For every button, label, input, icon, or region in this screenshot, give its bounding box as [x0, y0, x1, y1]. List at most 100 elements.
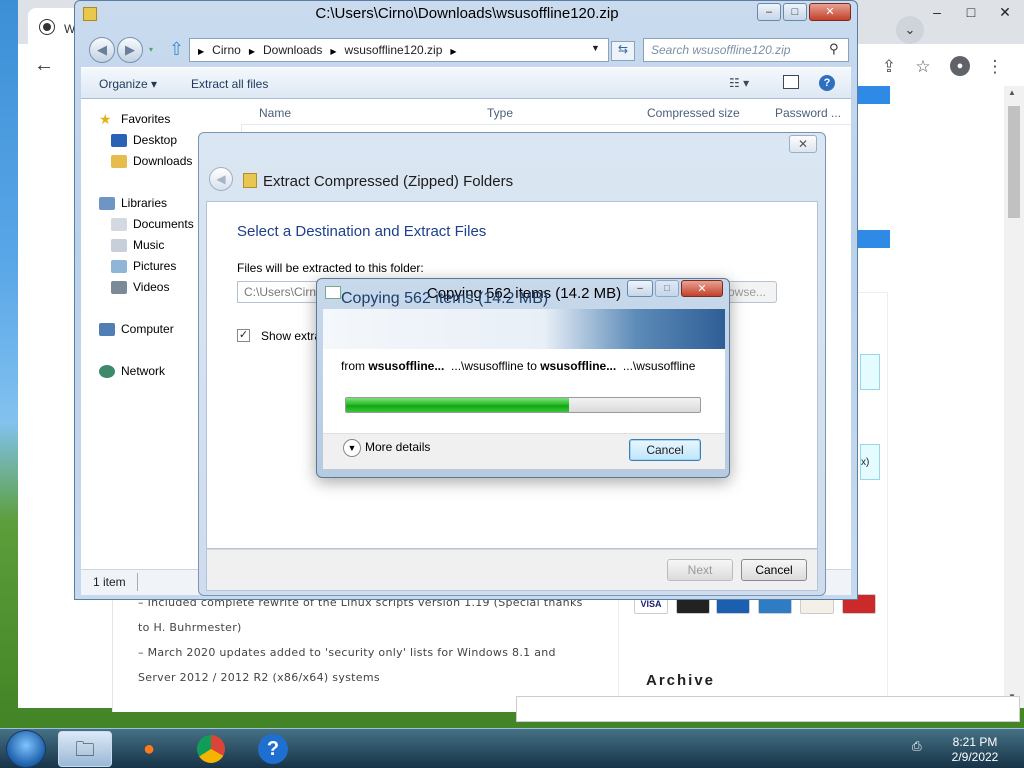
nav-pictures[interactable]: Pictures: [111, 256, 176, 276]
copy-progress-dialog: Copying 562 items (14.2 MB) – □ ✕ Copyin…: [316, 278, 730, 478]
extract-all-button[interactable]: Extract all files: [191, 77, 268, 91]
copy-source-destination: from wsusoffline... ...\wsusoffline to w…: [341, 359, 695, 373]
source-name[interactable]: wsusoffline...: [368, 359, 444, 373]
scroll-thumb[interactable]: [1008, 106, 1020, 218]
search-input[interactable]: Search wsusoffline120.zip: [643, 38, 849, 62]
nav-videos[interactable]: Videos: [111, 277, 169, 297]
column-password[interactable]: Password ...: [775, 106, 841, 120]
taskbar: 🗀 ● ? ⎙ 8:21 PM 2/9/2022: [0, 728, 1024, 768]
breadcrumb-item[interactable]: wsusoffline120.zip: [345, 43, 443, 57]
explorer-icon[interactable]: 🗀: [58, 731, 112, 767]
nav-network[interactable]: Network: [99, 361, 165, 381]
column-name[interactable]: Name: [259, 106, 291, 120]
videos-icon: [111, 281, 127, 295]
music-icon: [111, 239, 127, 253]
nav-music[interactable]: Music: [111, 235, 164, 255]
start-button[interactable]: [6, 730, 46, 768]
window-title: C:\Users\Cirno\Downloads\wsusoffline120.…: [315, 5, 619, 22]
clock-time: 8:21 PM: [952, 735, 998, 749]
progress-fill: [346, 398, 570, 412]
minimize-button[interactable]: –: [924, 2, 950, 22]
back-icon[interactable]: ◀: [89, 37, 115, 63]
view-options-icon[interactable]: ☷ ▾: [729, 76, 749, 90]
column-compressed-size[interactable]: Compressed size: [647, 106, 740, 120]
breadcrumb-item[interactable]: Downloads: [263, 43, 322, 57]
extension-bar: [516, 696, 1020, 722]
nav-favorites[interactable]: ★ Favorites: [99, 109, 170, 129]
clock[interactable]: 8:21 PM 2/9/2022: [930, 735, 1020, 765]
maximize-button[interactable]: □: [783, 3, 807, 21]
nav-desktop[interactable]: Desktop: [111, 130, 177, 150]
show-files-checkbox[interactable]: ✓: [237, 329, 250, 342]
destination-name[interactable]: wsusoffline...: [540, 359, 616, 373]
progress-bar: [345, 397, 701, 413]
star-icon[interactable]: ☆: [912, 56, 934, 78]
back-icon[interactable]: ◀: [209, 167, 233, 191]
documents-icon: [111, 218, 127, 232]
article-text: – Included complete rewrite of the Linux…: [112, 590, 598, 712]
minimize-button[interactable]: –: [627, 280, 653, 297]
help-icon[interactable]: ?: [819, 75, 835, 91]
refresh-icon[interactable]: ⇆: [611, 41, 635, 61]
maximize-button: □: [655, 280, 679, 297]
libraries-icon: [99, 197, 115, 211]
kebab-menu-icon[interactable]: ⋮: [984, 56, 1006, 78]
wizard-cancel-button[interactable]: Cancel: [741, 559, 807, 581]
browse-button[interactable]: owse...: [723, 281, 777, 303]
status-divider: [137, 573, 138, 591]
star-icon: ★: [99, 111, 112, 128]
help-icon[interactable]: ?: [246, 731, 300, 767]
copy-cancel-button[interactable]: Cancel: [629, 439, 701, 461]
breadcrumb-item[interactable]: Cirno: [212, 43, 241, 57]
page-scrollbar[interactable]: ▲ ▼: [1004, 86, 1024, 708]
close-button[interactable]: ✕: [809, 3, 851, 21]
zip-folder-icon: [243, 173, 257, 188]
network-icon: [99, 365, 115, 379]
column-type[interactable]: Type: [487, 106, 513, 120]
destination-path: ...\wsusoffline: [622, 359, 696, 373]
show-files-label: Show extra: [261, 329, 322, 343]
preview-pane-icon[interactable]: [783, 75, 799, 89]
chrome-icon[interactable]: [184, 731, 238, 767]
up-arrow-icon[interactable]: ⇧: [169, 39, 184, 60]
dialog-banner: [323, 309, 725, 349]
nav-documents[interactable]: Documents: [111, 214, 194, 234]
address-dropdown-icon[interactable]: ▼: [591, 43, 600, 53]
chevron-down-icon[interactable]: ▾: [149, 45, 153, 54]
minimize-button[interactable]: –: [757, 3, 781, 21]
share-icon[interactable]: ⇪: [878, 56, 900, 78]
chevron-down-icon[interactable]: ▼: [343, 439, 361, 457]
wizard-title: Extract Compressed (Zipped) Folders: [263, 173, 514, 190]
next-button[interactable]: Next: [667, 559, 733, 581]
chevron-down-icon[interactable]: ⌄: [896, 16, 924, 44]
firefox-icon[interactable]: ●: [122, 731, 176, 767]
destination-label: Files will be extracted to this folder:: [237, 261, 424, 275]
network-tray-icon[interactable]: ⎙: [912, 739, 928, 755]
close-button[interactable]: ✕: [992, 2, 1018, 22]
maximize-button[interactable]: □: [958, 2, 984, 22]
close-button[interactable]: ✕: [681, 280, 723, 297]
nav-downloads[interactable]: Downloads: [111, 151, 192, 171]
organize-button[interactable]: Organize ▾: [99, 77, 157, 91]
search-icon[interactable]: ⚲: [829, 41, 839, 57]
forward-icon[interactable]: ▶: [117, 37, 143, 63]
downloads-folder-icon: [111, 155, 127, 169]
address-bar[interactable]: ▶ Cirno ▶ Downloads ▶ wsusoffline120.zip ▶: [189, 38, 609, 62]
nav-libraries[interactable]: Libraries: [99, 193, 167, 213]
pictures-icon: [111, 260, 127, 274]
scroll-up-icon[interactable]: ▲: [1008, 88, 1016, 97]
item-count: 1 item: [93, 575, 126, 589]
profile-icon[interactable]: ●: [950, 56, 972, 78]
to-label: to: [526, 359, 537, 373]
close-icon[interactable]: ✕: [789, 135, 817, 153]
article-line: Server 2012 / 2012 R2 (x86/x64) systems: [138, 671, 380, 684]
column-headers: Name Type Compressed size Password ...: [241, 99, 851, 125]
info-box: [860, 354, 880, 390]
computer-icon: [99, 323, 115, 337]
source-path: ...\wsusoffline: [451, 359, 524, 373]
nav-computer[interactable]: Computer: [99, 319, 174, 339]
more-details-toggle[interactable]: ▼ More details: [343, 439, 430, 457]
desktop-icon: [111, 134, 127, 148]
arrow-left-icon[interactable]: ←: [32, 52, 56, 78]
banner-title: Copying 562 items (14.2 MB): [341, 290, 549, 307]
